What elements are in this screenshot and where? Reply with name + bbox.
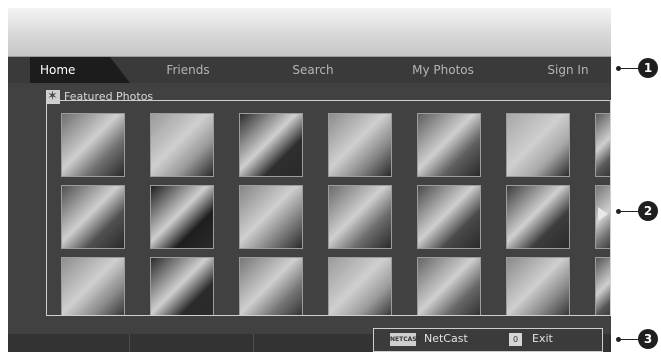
callout-1: 1: [638, 58, 658, 78]
photo-thumbnail-birds-statue[interactable]: [239, 257, 303, 315]
header-band: [8, 8, 611, 56]
tab-label: Sign In: [547, 63, 589, 77]
tab-label: Search: [292, 63, 334, 77]
photo-thumbnail-interior-doorway[interactable]: [506, 113, 570, 177]
netcast-button-label[interactable]: NetCast: [424, 332, 468, 346]
photo-thumbnail-stormy-sky[interactable]: [417, 185, 481, 249]
photo-thumbnail-night-lights[interactable]: [239, 113, 303, 177]
photo-thumbnail-flower-dark[interactable]: [150, 185, 214, 249]
photo-thumbnail-plant-closeup[interactable]: [328, 185, 392, 249]
photo-thumbnail-sunset-horizon[interactable]: [506, 185, 570, 249]
tab-home[interactable]: Home: [30, 57, 130, 83]
callout-3: 3: [638, 329, 658, 349]
tab-sign-in[interactable]: Sign In: [533, 57, 603, 83]
photo-thumbnail-partial[interactable]: [595, 113, 610, 177]
nav-bar: Home Friends Search My Photos Sign In: [8, 56, 611, 83]
divider: [129, 334, 130, 352]
photo-thumbnail-sea-lion[interactable]: [328, 257, 392, 315]
photo-thumbnail-forest-stream[interactable]: [61, 113, 125, 177]
photo-thumbnail-sea-animal[interactable]: [239, 185, 303, 249]
tab-label: My Photos: [412, 63, 474, 77]
photo-gallery: [46, 100, 611, 316]
photo-thumbnail-pier[interactable]: [61, 257, 125, 315]
photo-thumbnail-tree-tunnel[interactable]: [328, 113, 392, 177]
photo-thumbnail-abstract-swirl[interactable]: [150, 113, 214, 177]
tab-my-photos[interactable]: My Photos: [393, 57, 493, 83]
exit-key-icon[interactable]: 0: [509, 333, 522, 346]
tab-label: Home: [40, 63, 76, 77]
chevron-right-icon[interactable]: [598, 207, 608, 221]
tab-search[interactable]: Search: [273, 57, 353, 83]
tab-friends[interactable]: Friends: [148, 57, 228, 83]
netcast-logo[interactable]: NETCAST: [390, 333, 421, 346]
photo-thumbnail-city-skyline[interactable]: [417, 113, 481, 177]
photo-thumbnail-horses[interactable]: [506, 257, 570, 315]
exit-button-label[interactable]: Exit: [532, 332, 553, 346]
divider: [253, 334, 254, 352]
photo-thumbnail-partial[interactable]: [595, 257, 610, 315]
tab-label: Friends: [166, 63, 210, 77]
photo-thumbnail-mushrooms[interactable]: [61, 185, 125, 249]
photo-thumbnail-firework[interactable]: [150, 257, 214, 315]
callout-2: 2: [638, 201, 658, 221]
photo-thumbnail-rock-pool[interactable]: [417, 257, 481, 315]
